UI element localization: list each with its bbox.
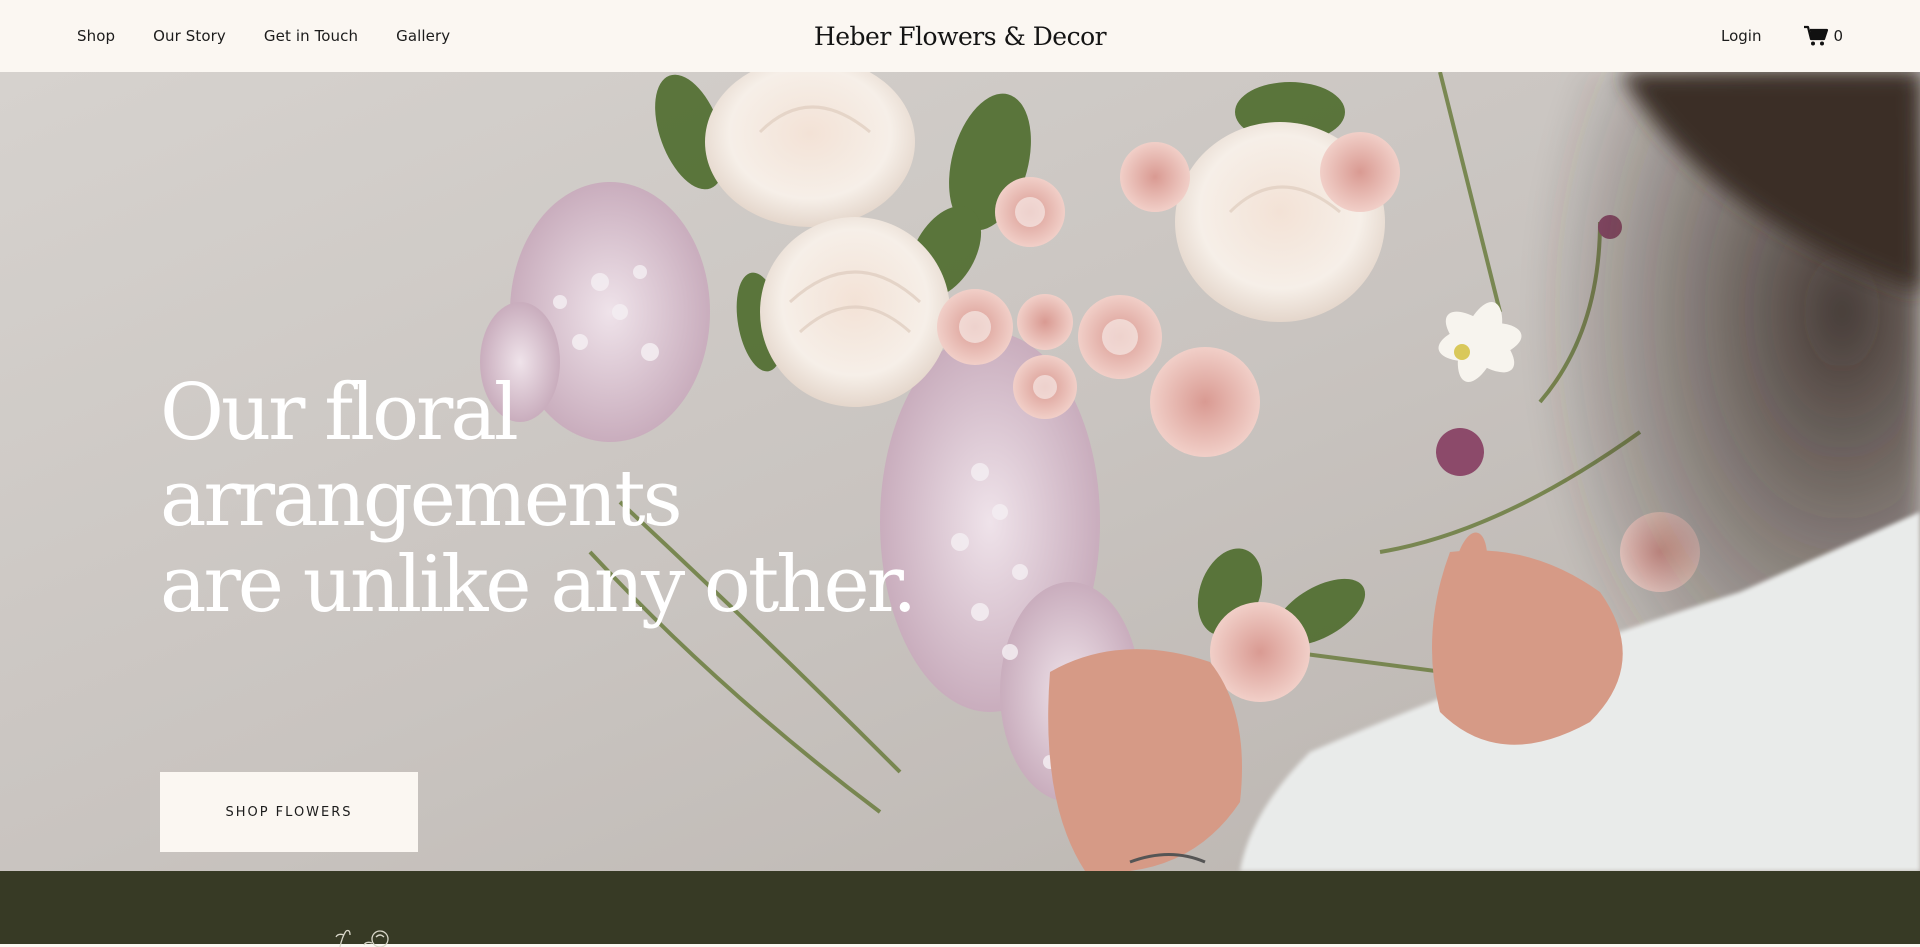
nav-get-in-touch[interactable]: Get in Touch bbox=[264, 27, 358, 45]
nav-gallery[interactable]: Gallery bbox=[396, 27, 450, 45]
nav-shop[interactable]: Shop bbox=[77, 27, 115, 45]
hero-heading-line-2: are unlike any other. bbox=[160, 540, 917, 630]
content-band bbox=[0, 871, 1920, 947]
floral-sprig-icon bbox=[335, 929, 389, 947]
nav-our-story[interactable]: Our Story bbox=[153, 27, 226, 45]
site-header: Shop Our Story Get in Touch Gallery Hebe… bbox=[0, 0, 1920, 72]
cart-button[interactable]: 0 bbox=[1803, 25, 1843, 47]
cart-icon bbox=[1804, 25, 1829, 46]
shop-flowers-button[interactable]: SHOP FLOWERS bbox=[160, 772, 418, 852]
hero-heading: Our floral arrangements are unlike any o… bbox=[160, 370, 920, 628]
login-link[interactable]: Login bbox=[1721, 27, 1761, 45]
cart-count: 0 bbox=[1833, 27, 1843, 45]
main-nav: Shop Our Story Get in Touch Gallery bbox=[77, 0, 488, 72]
brand-logo[interactable]: Heber Flowers & Decor bbox=[814, 22, 1107, 51]
account-nav: Login 0 bbox=[1721, 0, 1843, 72]
hero-heading-line-1: Our floral arrangements bbox=[160, 368, 683, 544]
hero-section: Our floral arrangements are unlike any o… bbox=[0, 72, 1920, 871]
